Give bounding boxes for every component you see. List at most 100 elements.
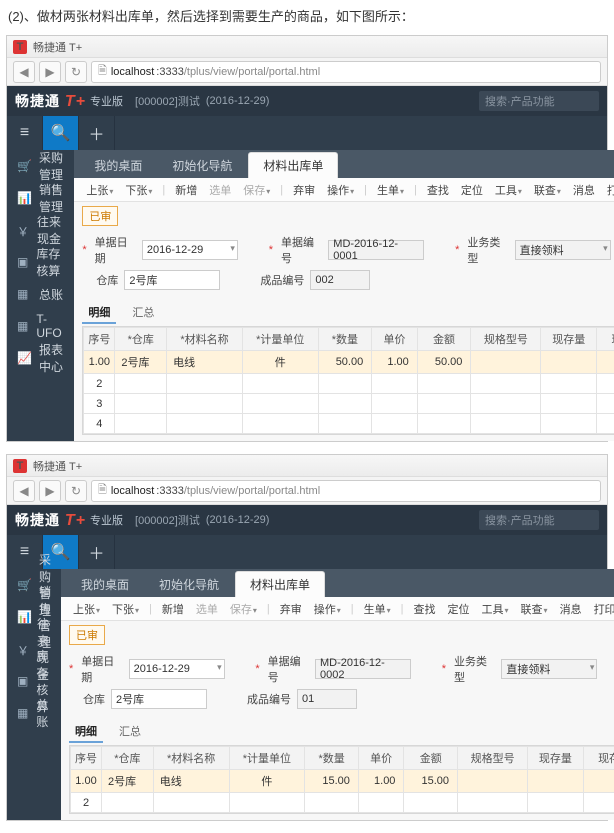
cmd-msg[interactable]: 消息 [569, 182, 599, 198]
subtab-summary[interactable]: 汇总 [126, 302, 160, 324]
cmd-prev[interactable]: 上张▾ [82, 182, 117, 198]
account: [000002]测试 [135, 512, 200, 528]
sidebar-item-sales[interactable]: 📊销售管理 [7, 601, 61, 633]
cmd-next[interactable]: 下张▾ [108, 601, 143, 617]
grid-header: 序号*仓库*材料名称*计量单位*数量单价金额规格型号现存量现存量说明 [84, 328, 614, 351]
lbl-warehouse: 仓库 [96, 272, 118, 288]
cmd-print[interactable]: 打印▾ [603, 182, 614, 198]
cmd-new[interactable]: 新增 [158, 601, 188, 617]
grid-row[interactable]: 1.00 2号库 电线 件 50.00 1.00 50.00 [84, 351, 614, 374]
doc-icon: 📈 [17, 351, 31, 365]
search-icon[interactable]: 🔍 [43, 116, 79, 150]
menu-icon[interactable]: ≡ [7, 535, 43, 569]
cmd-select: 选单 [192, 601, 222, 617]
app-window-2: T 畅捷通 T+ ◀ ▶ ↻ 🗎 localhost:3333/tplus/vi… [6, 454, 608, 821]
sidebar-item-purchase[interactable]: 🛒采购管理 [7, 569, 61, 601]
sidebar-item-gl[interactable]: ▦总账 [7, 278, 74, 310]
sidebar-item-stock[interactable]: ▣库存核算 [7, 246, 74, 278]
cmd-prev[interactable]: 上张▾ [69, 601, 104, 617]
chart-icon: 📊 [17, 191, 31, 205]
nav-fwd-icon[interactable]: ▶ [39, 480, 61, 502]
address-bar[interactable]: 🗎 localhost:3333/tplus/view/portal/porta… [91, 480, 601, 502]
cmd-new[interactable]: 新增 [171, 182, 201, 198]
edition: 专业版 [90, 93, 123, 109]
cmd-tools[interactable]: 工具▾ [478, 601, 513, 617]
cmd-select: 选单 [205, 182, 235, 198]
nav-reload-icon[interactable]: ↻ [65, 480, 87, 502]
grid-row[interactable]: 3 [84, 394, 614, 414]
app-window-1: T 畅捷通 T+ ◀ ▶ ↻ 🗎 localhost:3333/tplus/vi… [6, 35, 608, 442]
box-icon: ▣ [17, 255, 28, 269]
cmd-locate[interactable]: 定位 [457, 182, 487, 198]
cmd-gen[interactable]: 生单▾ [373, 182, 408, 198]
cmd-save: 保存▾ [226, 601, 261, 617]
tab-material-out[interactable]: 材料出库单 [248, 152, 338, 178]
coin-icon: ￥ [17, 223, 29, 237]
cmd-next[interactable]: 下张▾ [121, 182, 156, 198]
titlebar: T 畅捷通 T+ [7, 455, 607, 477]
tab-desktop[interactable]: 我的桌面 [80, 152, 156, 178]
cmd-find[interactable]: 查找 [423, 182, 453, 198]
nav-fwd-icon[interactable]: ▶ [39, 61, 61, 83]
nav-reload-icon[interactable]: ↻ [65, 61, 87, 83]
input-biz-type[interactable]: 直接领料▾ [501, 659, 597, 679]
sidebar: 🛒采购管理 📊销售管理 ￥往来现金 ▣库存核算 ▦总账 ▦T-UFO 📈报表中心 [7, 150, 74, 441]
input-bill-no[interactable]: MD-2016-12-0002 [315, 659, 411, 679]
cmd-ops[interactable]: 操作▾ [310, 601, 345, 617]
sidebar-item-sales[interactable]: 📊销售管理 [7, 182, 74, 214]
urlbar: ◀ ▶ ↻ 🗎 localhost:3333/tplus/view/portal… [7, 58, 607, 86]
grid-row[interactable]: 4 [84, 414, 614, 434]
sidebar-item-cash[interactable]: ￥往来现金 [7, 633, 61, 665]
input-bill-date[interactable]: 2016-12-29▾ [142, 240, 238, 260]
account: [000002]测试 [135, 93, 200, 109]
cmd-unapprove[interactable]: 弃审 [276, 601, 306, 617]
cmd-related[interactable]: 联查▾ [517, 601, 552, 617]
subtab-detail[interactable]: 明细 [69, 721, 103, 743]
lbl-bill-date: 单据日期 [95, 234, 136, 266]
add-icon[interactable]: ＋ [79, 116, 115, 150]
input-product-no[interactable]: 01 [297, 689, 357, 709]
address-bar[interactable]: 🗎 localhost:3333/tplus/view/portal/porta… [91, 61, 601, 83]
sidebar-item-cash[interactable]: ￥往来现金 [7, 214, 74, 246]
menu-icon[interactable]: ≡ [7, 116, 43, 150]
add-icon[interactable]: ＋ [79, 535, 115, 569]
global-search[interactable]: 搜索·产品功能 [479, 510, 599, 530]
grid-row[interactable]: 1.00 2号库 电线 件 15.00 1.00 15.00 [71, 770, 614, 793]
nav-back-icon[interactable]: ◀ [13, 480, 35, 502]
cmd-unapprove[interactable]: 弃审 [289, 182, 319, 198]
input-bill-date[interactable]: 2016-12-29▾ [129, 659, 225, 679]
input-product-no[interactable]: 002 [310, 270, 370, 290]
input-warehouse[interactable]: 2号库 [124, 270, 220, 290]
subtab-summary[interactable]: 汇总 [113, 721, 147, 743]
grid-icon: ▦ [17, 706, 28, 720]
sidebar-item-stock[interactable]: ▣库存核算 [7, 665, 61, 697]
top-toolbar: ≡ 🔍 ＋ [7, 116, 607, 150]
brand-logo: 畅捷通 T+ [15, 510, 86, 530]
input-warehouse[interactable]: 2号库 [111, 689, 207, 709]
sidebar-item-gl[interactable]: ▦总账 [7, 697, 61, 729]
cmd-find[interactable]: 查找 [410, 601, 440, 617]
tab-init[interactable]: 初始化导航 [158, 152, 246, 178]
grid-row[interactable]: 2 [84, 374, 614, 394]
sidebar-item-tufo[interactable]: ▦T-UFO [7, 310, 74, 342]
sidebar-item-purchase[interactable]: 🛒采购管理 [7, 150, 74, 182]
cmd-related[interactable]: 联查▾ [530, 182, 565, 198]
input-biz-type[interactable]: 直接领料▾ [515, 240, 611, 260]
detail-grid: 序号*仓库*材料名称*计量单位*数量单价金额规格型号现存量现存量说明 1.00 … [82, 326, 614, 435]
input-bill-no[interactable]: MD-2016-12-0001 [328, 240, 424, 260]
grid-icon: ▦ [17, 287, 31, 301]
cmd-locate[interactable]: 定位 [444, 601, 474, 617]
cmd-msg[interactable]: 消息 [556, 601, 586, 617]
sidebar-item-report[interactable]: 📈报表中心 [7, 342, 74, 374]
global-search[interactable]: 搜索·产品功能 [479, 91, 599, 111]
nav-back-icon[interactable]: ◀ [13, 61, 35, 83]
grid-subtabs: 明细 汇总 [61, 717, 614, 743]
cmd-print[interactable]: 打印▾ [590, 601, 614, 617]
grid-row[interactable]: 2 [71, 793, 614, 813]
cmd-gen[interactable]: 生单▾ [360, 601, 395, 617]
page-tabs: 我的桌面 初始化导航 材料出库单 [74, 150, 614, 178]
cmd-tools[interactable]: 工具▾ [491, 182, 526, 198]
sidebar: 🛒采购管理 📊销售管理 ￥往来现金 ▣库存核算 ▦总账 [7, 569, 61, 820]
subtab-detail[interactable]: 明细 [82, 302, 116, 324]
cmd-ops[interactable]: 操作▾ [323, 182, 358, 198]
